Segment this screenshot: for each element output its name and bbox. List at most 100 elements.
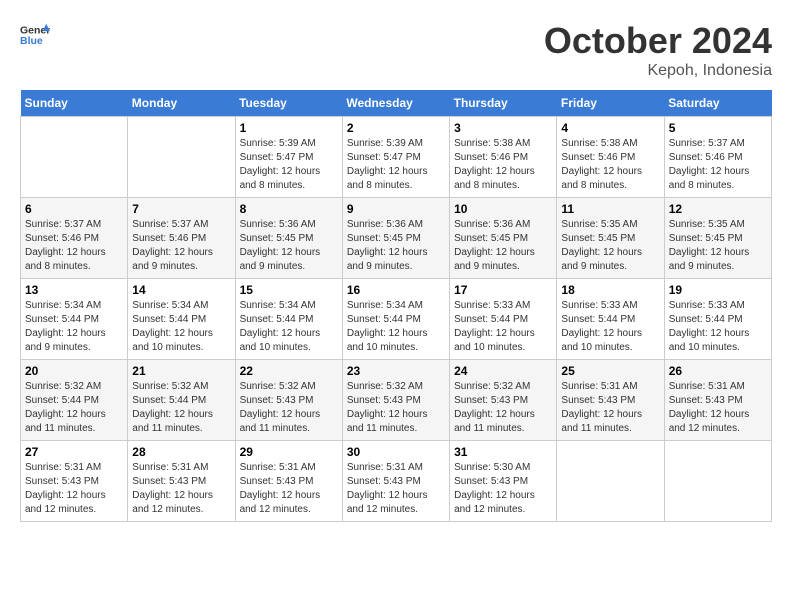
day-info: Sunrise: 5:33 AM Sunset: 5:44 PM Dayligh…	[454, 299, 552, 355]
day-info: Sunrise: 5:36 AM Sunset: 5:45 PM Dayligh…	[240, 218, 338, 274]
day-info: Sunrise: 5:35 AM Sunset: 5:45 PM Dayligh…	[669, 218, 767, 274]
day-number: 1	[240, 121, 338, 135]
day-info: Sunrise: 5:34 AM Sunset: 5:44 PM Dayligh…	[132, 299, 230, 355]
svg-text:Blue: Blue	[20, 35, 43, 47]
day-number: 20	[25, 364, 123, 378]
day-cell: 30 Sunrise: 5:31 AM Sunset: 5:43 PM Dayli…	[342, 441, 449, 522]
day-info: Sunrise: 5:33 AM Sunset: 5:44 PM Dayligh…	[561, 299, 659, 355]
day-number: 4	[561, 121, 659, 135]
day-cell: 12 Sunrise: 5:35 AM Sunset: 5:45 PM Dayli…	[664, 198, 771, 279]
day-number: 25	[561, 364, 659, 378]
day-cell: 31Sunrise: 5:30 AM Sunset: 5:43 PM Dayli…	[450, 441, 557, 522]
day-number: 2	[347, 121, 445, 135]
day-number: 6	[25, 202, 123, 216]
day-cell: 18 Sunrise: 5:33 AM Sunset: 5:44 PM Dayli…	[557, 279, 664, 360]
day-cell: 14 Sunrise: 5:34 AM Sunset: 5:44 PM Dayli…	[128, 279, 235, 360]
header-tuesday: Tuesday	[235, 90, 342, 117]
day-number: 16	[347, 283, 445, 297]
day-number: 17	[454, 283, 552, 297]
day-info: Sunrise: 5:31 AM Sunset: 5:43 PM Dayligh…	[561, 380, 659, 436]
day-info: Sunrise: 5:31 AM Sunset: 5:43 PM Dayligh…	[347, 461, 445, 517]
day-cell: 15Sunrise: 5:34 AM Sunset: 5:44 PM Dayli…	[235, 279, 342, 360]
day-info: Sunrise: 5:32 AM Sunset: 5:44 PM Dayligh…	[132, 380, 230, 436]
day-number: 31	[454, 445, 552, 459]
day-number: 8	[240, 202, 338, 216]
day-cell	[664, 441, 771, 522]
day-number: 23	[347, 364, 445, 378]
day-cell: 26 Sunrise: 5:31 AM Sunset: 5:43 PM Dayli…	[664, 360, 771, 441]
day-info: Sunrise: 5:36 AM Sunset: 5:45 PM Dayligh…	[454, 218, 552, 274]
day-info: Sunrise: 5:32 AM Sunset: 5:43 PM Dayligh…	[454, 380, 552, 436]
day-info: Sunrise: 5:37 AM Sunset: 5:46 PM Dayligh…	[25, 218, 123, 274]
day-cell: 29 Sunrise: 5:31 AM Sunset: 5:43 PM Dayli…	[235, 441, 342, 522]
day-number: 26	[669, 364, 767, 378]
header-saturday: Saturday	[664, 90, 771, 117]
day-number: 12	[669, 202, 767, 216]
logo: General Blue	[20, 20, 50, 50]
day-cell: 21 Sunrise: 5:32 AM Sunset: 5:44 PM Dayli…	[128, 360, 235, 441]
day-cell: 28 Sunrise: 5:31 AM Sunset: 5:43 PM Dayli…	[128, 441, 235, 522]
day-cell: 11 Sunrise: 5:35 AM Sunset: 5:45 PM Dayli…	[557, 198, 664, 279]
day-cell: 1 Sunrise: 5:39 AM Sunset: 5:47 PM Daylig…	[235, 117, 342, 198]
day-cell: 6 Sunrise: 5:37 AM Sunset: 5:46 PM Daylig…	[21, 198, 128, 279]
day-cell: 25 Sunrise: 5:31 AM Sunset: 5:43 PM Dayli…	[557, 360, 664, 441]
day-info: Sunrise: 5:36 AM Sunset: 5:45 PM Dayligh…	[347, 218, 445, 274]
day-number: 28	[132, 445, 230, 459]
week-row-3: 13 Sunrise: 5:34 AM Sunset: 5:44 PM Dayli…	[21, 279, 772, 360]
location-title: Kepoh, Indonesia	[544, 62, 772, 80]
day-cell: 27 Sunrise: 5:31 AM Sunset: 5:43 PM Dayli…	[21, 441, 128, 522]
header-wednesday: Wednesday	[342, 90, 449, 117]
day-number: 7	[132, 202, 230, 216]
month-title: October 2024	[544, 20, 772, 62]
day-cell: 19Sunrise: 5:33 AM Sunset: 5:44 PM Dayli…	[664, 279, 771, 360]
day-info: Sunrise: 5:31 AM Sunset: 5:43 PM Dayligh…	[25, 461, 123, 517]
day-info: Sunrise: 5:39 AM Sunset: 5:47 PM Dayligh…	[240, 137, 338, 193]
day-number: 24	[454, 364, 552, 378]
title-section: October 2024 Kepoh, Indonesia	[544, 20, 772, 80]
day-number: 30	[347, 445, 445, 459]
day-info: Sunrise: 5:32 AM Sunset: 5:44 PM Dayligh…	[25, 380, 123, 436]
day-cell: 9 Sunrise: 5:36 AM Sunset: 5:45 PM Daylig…	[342, 198, 449, 279]
day-info: Sunrise: 5:37 AM Sunset: 5:46 PM Dayligh…	[132, 218, 230, 274]
day-cell	[557, 441, 664, 522]
day-cell: 5Sunrise: 5:37 AM Sunset: 5:46 PM Daylig…	[664, 117, 771, 198]
day-info: Sunrise: 5:31 AM Sunset: 5:43 PM Dayligh…	[240, 461, 338, 517]
day-info: Sunrise: 5:34 AM Sunset: 5:44 PM Dayligh…	[25, 299, 123, 355]
day-cell: 24 Sunrise: 5:32 AM Sunset: 5:43 PM Dayli…	[450, 360, 557, 441]
header-friday: Friday	[557, 90, 664, 117]
day-cell: 8 Sunrise: 5:36 AM Sunset: 5:45 PM Daylig…	[235, 198, 342, 279]
day-info: Sunrise: 5:34 AM Sunset: 5:44 PM Dayligh…	[240, 299, 338, 355]
day-number: 29	[240, 445, 338, 459]
day-number: 18	[561, 283, 659, 297]
day-info: Sunrise: 5:34 AM Sunset: 5:44 PM Dayligh…	[347, 299, 445, 355]
day-cell: 13 Sunrise: 5:34 AM Sunset: 5:44 PM Dayli…	[21, 279, 128, 360]
day-number: 22	[240, 364, 338, 378]
day-info: Sunrise: 5:32 AM Sunset: 5:43 PM Dayligh…	[240, 380, 338, 436]
day-cell: 7 Sunrise: 5:37 AM Sunset: 5:46 PM Daylig…	[128, 198, 235, 279]
week-row-5: 27 Sunrise: 5:31 AM Sunset: 5:43 PM Dayli…	[21, 441, 772, 522]
week-row-4: 20 Sunrise: 5:32 AM Sunset: 5:44 PM Dayli…	[21, 360, 772, 441]
day-cell: 16 Sunrise: 5:34 AM Sunset: 5:44 PM Dayli…	[342, 279, 449, 360]
day-cell	[21, 117, 128, 198]
day-info: Sunrise: 5:35 AM Sunset: 5:45 PM Dayligh…	[561, 218, 659, 274]
day-number: 13	[25, 283, 123, 297]
day-number: 11	[561, 202, 659, 216]
days-header-row: SundayMondayTuesdayWednesdayThursdayFrid…	[21, 90, 772, 117]
header-sunday: Sunday	[21, 90, 128, 117]
logo-icon: General Blue	[20, 20, 50, 50]
day-number: 14	[132, 283, 230, 297]
day-info: Sunrise: 5:38 AM Sunset: 5:46 PM Dayligh…	[454, 137, 552, 193]
day-number: 10	[454, 202, 552, 216]
day-cell: 3 Sunrise: 5:38 AM Sunset: 5:46 PM Daylig…	[450, 117, 557, 198]
day-cell: 4Sunrise: 5:38 AM Sunset: 5:46 PM Daylig…	[557, 117, 664, 198]
day-cell: 23Sunrise: 5:32 AM Sunset: 5:43 PM Dayli…	[342, 360, 449, 441]
day-info: Sunrise: 5:31 AM Sunset: 5:43 PM Dayligh…	[669, 380, 767, 436]
day-cell: 22 Sunrise: 5:32 AM Sunset: 5:43 PM Dayli…	[235, 360, 342, 441]
day-number: 9	[347, 202, 445, 216]
day-info: Sunrise: 5:31 AM Sunset: 5:43 PM Dayligh…	[132, 461, 230, 517]
day-number: 27	[25, 445, 123, 459]
day-cell: 20 Sunrise: 5:32 AM Sunset: 5:44 PM Dayli…	[21, 360, 128, 441]
day-number: 21	[132, 364, 230, 378]
day-cell	[128, 117, 235, 198]
day-number: 3	[454, 121, 552, 135]
